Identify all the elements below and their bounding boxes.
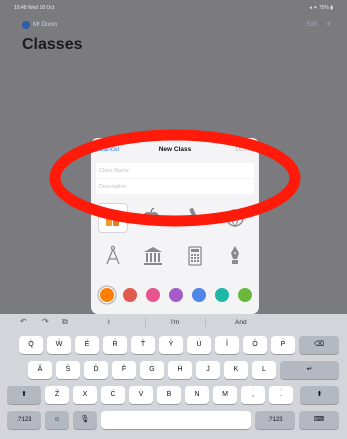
- space-bar[interactable]: [101, 411, 251, 429]
- sheet-header: Cancel New Class Done: [91, 138, 259, 160]
- suggestion-bar: ↶ ↷ ⧉ I I'm And: [0, 314, 347, 330]
- fountain-pen-icon[interactable]: [221, 242, 249, 270]
- key-s[interactable]: # S: [56, 361, 80, 379]
- add-class-button[interactable]: +: [326, 19, 331, 29]
- key-i[interactable]: 8I: [215, 336, 239, 354]
- key-h[interactable]: (H: [168, 361, 192, 379]
- key-m[interactable]: :M: [213, 386, 237, 404]
- dismiss-keyboard-key[interactable]: ⌨: [299, 411, 339, 429]
- color-swatch-green[interactable]: [238, 288, 252, 302]
- color-swatch-red[interactable]: [123, 288, 137, 302]
- key-r[interactable]: 4R: [103, 336, 127, 354]
- numbers-key-left[interactable]: .?123: [7, 411, 41, 429]
- key-o[interactable]: 9O: [243, 336, 267, 354]
- shift-key-left[interactable]: ⬆: [7, 386, 41, 404]
- key-v[interactable]: = V: [129, 386, 153, 404]
- key-j[interactable]: ) J: [196, 361, 220, 379]
- key-l[interactable]: " L: [252, 361, 276, 379]
- key-n[interactable]: ; N: [185, 386, 209, 404]
- class-name-field[interactable]: Class Name: [96, 163, 254, 178]
- calculator-icon[interactable]: [181, 242, 209, 270]
- apple-icon[interactable]: [137, 204, 165, 232]
- key-b[interactable]: / B: [157, 386, 181, 404]
- done-button[interactable]: Done: [235, 146, 251, 153]
- user-name[interactable]: Mr Dixon: [33, 22, 57, 28]
- sheet-title: New Class: [158, 146, 192, 153]
- museum-icon[interactable]: [139, 242, 167, 270]
- numbers-key-right[interactable]: .?123: [255, 411, 295, 429]
- color-swatch-purple[interactable]: [169, 288, 183, 302]
- key-exclamation[interactable]: !,: [241, 386, 265, 404]
- key-c[interactable]: + C: [101, 386, 125, 404]
- key-g[interactable]: * G: [140, 361, 164, 379]
- globe-icon[interactable]: [221, 204, 249, 232]
- key-q[interactable]: 1Q: [19, 336, 43, 354]
- key-u[interactable]: 7U: [187, 336, 211, 354]
- undo-icon[interactable]: ↶: [20, 317, 27, 326]
- color-swatch-orange[interactable]: [100, 288, 114, 302]
- paste-icon[interactable]: ⧉: [62, 317, 68, 327]
- nav-bar: Mr Dixon Edit +: [0, 14, 347, 34]
- key-k[interactable]: ' K: [224, 361, 248, 379]
- color-swatch-pink[interactable]: [146, 288, 160, 302]
- description-field[interactable]: Description: [96, 179, 254, 194]
- key-d[interactable]: £ D: [84, 361, 108, 379]
- redo-icon[interactable]: ↷: [42, 317, 49, 326]
- suggestion-divider: [205, 318, 206, 327]
- color-swatch-teal[interactable]: [215, 288, 229, 302]
- compass-icon[interactable]: [99, 242, 127, 270]
- shift-key-right[interactable]: ⬆: [300, 386, 339, 404]
- emoji-key[interactable]: ☺: [45, 411, 69, 429]
- suggestion-divider: [145, 318, 146, 327]
- key-z[interactable]: % Z: [45, 386, 69, 404]
- key-e[interactable]: 3E: [75, 336, 99, 354]
- status-bar: 10:48 Wed 18 Oct ◂ ✦ 75% ▮: [0, 0, 347, 14]
- key-question[interactable]: ?.: [269, 386, 293, 404]
- key-y[interactable]: 6Y: [159, 336, 183, 354]
- suggestion-2[interactable]: I'm: [171, 319, 179, 326]
- on-screen-keyboard: ↶ ↷ ⧉ I I'm And 1Q 2W 3E 4R 5T 6Y 7U 8I …: [0, 314, 347, 439]
- books-icon[interactable]: [99, 204, 127, 232]
- page-title: Classes: [22, 36, 83, 53]
- return-key[interactable]: ↵: [280, 361, 339, 379]
- microscope-icon[interactable]: [179, 204, 207, 232]
- backspace-key[interactable]: ⌫: [299, 336, 339, 354]
- microphone-key[interactable]: 🎙: [73, 411, 97, 429]
- status-time: 10:48 Wed 18 Oct: [14, 5, 55, 11]
- edit-button[interactable]: Edit: [307, 22, 317, 28]
- suggestion-3[interactable]: And: [235, 319, 247, 326]
- key-f[interactable]: & F: [112, 361, 136, 379]
- key-x[interactable]: -X: [73, 386, 97, 404]
- color-swatch-blue[interactable]: [192, 288, 206, 302]
- key-t[interactable]: 5T: [131, 336, 155, 354]
- status-indicators: ◂ ✦ 75% ▮: [309, 5, 333, 11]
- key-a[interactable]: @ A: [28, 361, 52, 379]
- new-class-sheet: Cancel New Class Done Class Name Descrip…: [91, 138, 259, 314]
- avatar[interactable]: [22, 21, 30, 29]
- key-p[interactable]: 0P: [271, 336, 295, 354]
- key-w[interactable]: 2W: [47, 336, 71, 354]
- suggestion-1[interactable]: I: [108, 319, 110, 326]
